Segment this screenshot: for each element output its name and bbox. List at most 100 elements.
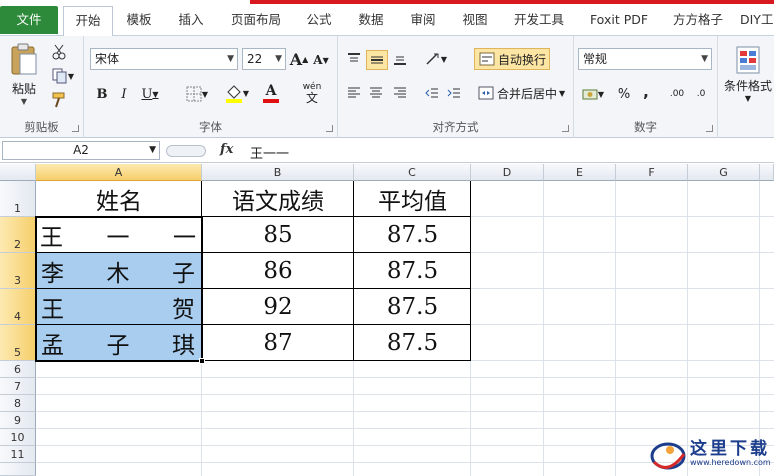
bold-button[interactable]: B xyxy=(92,84,112,104)
formula-bar-resize-handle[interactable] xyxy=(166,145,206,157)
align-middle-button[interactable] xyxy=(366,50,388,70)
number-format-select[interactable]: 常规 ▼ xyxy=(578,48,712,70)
cell-b2[interactable]: 85 xyxy=(202,217,354,253)
align-bottom-button[interactable] xyxy=(390,50,410,68)
row-header-12-partial[interactable] xyxy=(0,463,36,476)
ribbon-tab-bar: 文件 开始 模板 插入 页面布局 公式 数据 审阅 视图 开发工具 Foxit … xyxy=(0,0,774,37)
percent-button[interactable]: % xyxy=(614,84,634,104)
merge-center-button[interactable]: 合并后居中 ▼ xyxy=(474,82,570,104)
tab-insert[interactable]: 插入 xyxy=(168,6,214,36)
table-border xyxy=(470,181,471,361)
column-header-a[interactable]: A xyxy=(36,164,202,181)
column-header-f[interactable]: F xyxy=(616,164,688,181)
gridline xyxy=(36,411,774,412)
row-header-11[interactable]: 11 xyxy=(0,446,36,463)
cell-c2[interactable]: 87.5 xyxy=(354,217,471,253)
borders-button[interactable]: ▼ xyxy=(182,84,212,104)
tab-file[interactable]: 文件 xyxy=(0,6,58,34)
column-header-g[interactable]: G xyxy=(688,164,760,181)
cell-b1[interactable]: 语文成绩 xyxy=(202,181,354,217)
brush-icon xyxy=(52,92,65,108)
font-color-button[interactable]: A xyxy=(256,82,286,104)
tab-home[interactable]: 开始 xyxy=(63,6,113,37)
tab-data[interactable]: 数据 xyxy=(348,6,394,36)
row-header-9[interactable]: 9 xyxy=(0,412,36,429)
column-header-d[interactable]: D xyxy=(471,164,544,181)
tab-view[interactable]: 视图 xyxy=(452,6,498,36)
table-border xyxy=(353,181,354,361)
decrease-indent-button[interactable] xyxy=(422,84,442,102)
align-left-button[interactable] xyxy=(344,84,364,102)
fill-color-button[interactable]: ▼ xyxy=(222,82,252,104)
number-launcher-icon[interactable] xyxy=(706,125,713,132)
row-header-7[interactable]: 7 xyxy=(0,378,36,395)
row-header-10[interactable]: 10 xyxy=(0,429,36,446)
font-size-select[interactable]: 22 ▼ xyxy=(242,48,286,70)
formula-input[interactable]: 王一一 xyxy=(250,143,289,162)
worksheet-grid[interactable]: A B C D E F G 1 2 3 4 5 6 7 8 9 10 11 姓名… xyxy=(0,164,774,476)
underline-button[interactable]: U ▼ xyxy=(136,84,164,104)
name-box[interactable]: A2 ▼ xyxy=(2,141,160,160)
cell-c3[interactable]: 87.5 xyxy=(354,253,471,289)
cell-c5[interactable]: 87.5 xyxy=(354,325,471,361)
tab-review[interactable]: 审阅 xyxy=(400,6,446,36)
excel-window: 文件 开始 模板 插入 页面布局 公式 数据 审阅 视图 开发工具 Foxit … xyxy=(0,0,774,476)
font-launcher-icon[interactable] xyxy=(326,125,333,132)
comma-button[interactable]: , xyxy=(638,82,654,102)
italic-button[interactable]: I xyxy=(114,84,134,104)
orientation-button[interactable]: ▼ xyxy=(422,50,450,68)
row-header-2[interactable]: 2 xyxy=(0,217,36,253)
column-header-e[interactable]: E xyxy=(544,164,616,181)
decrease-decimal-button[interactable]: .0 xyxy=(690,84,712,104)
copy-button[interactable]: ▼ xyxy=(48,66,78,86)
align-right-button[interactable] xyxy=(390,84,410,102)
row-header-8[interactable]: 8 xyxy=(0,395,36,412)
chevron-down-icon: ▼ xyxy=(275,54,282,64)
row-header-3[interactable]: 3 xyxy=(0,253,36,289)
number-format-value: 常规 xyxy=(583,52,608,66)
phonetic-button[interactable]: wén 文 xyxy=(296,80,328,106)
cell-c4[interactable]: 87.5 xyxy=(354,289,471,325)
clipboard-launcher-icon[interactable] xyxy=(72,125,79,132)
align-top-button[interactable] xyxy=(344,50,364,68)
fill-handle[interactable] xyxy=(199,358,205,364)
cut-button[interactable] xyxy=(48,42,70,62)
increase-indent-button[interactable] xyxy=(444,84,464,102)
cell-b4[interactable]: 92 xyxy=(202,289,354,325)
conditional-format-button[interactable]: 条件格式 ▼ xyxy=(722,42,774,106)
tab-template[interactable]: 模板 xyxy=(116,6,162,36)
cell-b5[interactable]: 87 xyxy=(202,325,354,361)
align-center-button[interactable] xyxy=(366,84,386,102)
wrap-text-button[interactable]: 自动换行 xyxy=(474,48,550,70)
column-header-b[interactable]: B xyxy=(202,164,354,181)
select-all-corner[interactable] xyxy=(0,164,36,181)
increase-decimal-button[interactable]: .00 xyxy=(666,84,688,104)
font-family-select[interactable]: 宋体 ▼ xyxy=(90,48,238,70)
tab-fangfang[interactable]: 方方格子 xyxy=(664,6,732,36)
paste-button[interactable]: 粘贴 ▼ xyxy=(6,42,42,106)
tab-foxit-pdf[interactable]: Foxit PDF xyxy=(582,6,656,36)
tab-diy[interactable]: DIY工 xyxy=(740,6,774,36)
alignment-launcher-icon[interactable] xyxy=(562,125,569,132)
ribbon: 粘贴 ▼ ▼ 剪贴板 宋体 ▼ 22 ▼ A ▲ A ▼ B I U ▼ ▼ ▼… xyxy=(0,36,774,138)
chevron-down-icon: ▼ xyxy=(227,54,234,64)
row-header-4[interactable]: 4 xyxy=(0,289,36,325)
font-shrink-button[interactable]: A ▼ xyxy=(312,50,330,70)
row-header-6[interactable]: 6 xyxy=(0,361,36,378)
format-painter-button[interactable] xyxy=(48,90,70,110)
cell-c1[interactable]: 平均值 xyxy=(354,181,471,217)
tab-page-layout[interactable]: 页面布局 xyxy=(222,6,290,36)
decrease-decimal-label: .0 xyxy=(696,89,706,99)
cell-b3[interactable]: 86 xyxy=(202,253,354,289)
column-header-h-partial[interactable] xyxy=(760,164,774,181)
tab-formulas[interactable]: 公式 xyxy=(296,6,342,36)
font-grow-button[interactable]: A ▲ xyxy=(290,48,309,70)
row-header-1[interactable]: 1 xyxy=(0,181,36,217)
tab-developer[interactable]: 开发工具 xyxy=(504,6,574,36)
row-header-5[interactable]: 5 xyxy=(0,325,36,361)
insert-function-button[interactable]: fx xyxy=(220,142,233,157)
column-header-c[interactable]: C xyxy=(354,164,471,181)
currency-button[interactable]: ▼ xyxy=(578,84,608,104)
cell-a1[interactable]: 姓名 xyxy=(36,181,202,217)
watermark: 这里下载 www.heredown.com xyxy=(648,428,774,476)
